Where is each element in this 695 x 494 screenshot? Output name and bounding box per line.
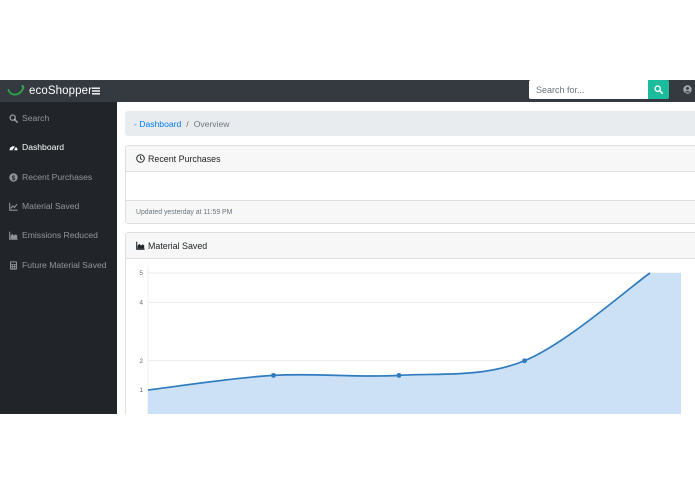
sidebar-item-label: Search [22,113,50,123]
sidebar-item-label: Material Saved [22,201,80,211]
recent-purchases-card: Recent Purchases Updated yesterday at 11… [125,145,695,224]
sidebar-item-dashboard[interactable]: Dashboard [0,136,117,158]
search-input[interactable] [529,80,648,99]
breadcrumb-current: Overview [193,118,230,129]
sidebar-item-label: Emissions Reduced [22,230,98,240]
data-point [271,372,276,378]
sidebar-item-search[interactable]: Search [0,107,117,129]
leaf-swoosh-icon [7,85,25,96]
recent-purchases-body [126,172,695,200]
data-point [396,372,402,378]
material-saved-chart: 5 4 2 1 [139,265,681,414]
y-tick-label: 2 [139,358,143,365]
sidebar-item-emissions-reduced[interactable]: Emissions Reduced [0,224,117,246]
line-chart-icon [9,202,18,211]
material-saved-card: Material Saved 5 4 2 1 [125,232,695,414]
menu-toggle-button[interactable] [90,80,102,102]
breadcrumb-separator: / [186,118,189,129]
top-navbar: ecoShopper [0,80,695,102]
area-fill [148,273,681,414]
calculator-icon [9,260,18,270]
area-chart-icon [9,231,18,240]
dollar-circle-icon: $ [9,172,18,182]
svg-text:$: $ [12,175,16,182]
brand[interactable]: ecoShopper [7,80,92,102]
breadcrumb-dashboard-link[interactable]: - Dashboard [134,119,181,129]
y-tick-label: 4 [139,299,143,306]
app-window: ecoShopper Search for... Search Dashboar… [0,80,695,414]
sidebar-item-future-material-saved[interactable]: Future Material Saved [0,254,117,276]
data-point [522,358,527,364]
y-tick-label: 5 [139,270,143,277]
clock-icon [136,154,145,163]
sidebar-item-material-saved[interactable]: Material Saved [0,195,117,217]
search-icon [9,113,18,123]
sidebar-item-recent-purchases[interactable]: $ Recent Purchases [0,166,117,188]
sidebar-item-label: Recent Purchases [22,172,93,182]
recent-purchases-footer: Updated yesterday at 11:59 PM [126,200,695,223]
user-menu-button[interactable] [680,80,694,99]
sidebar: Search Dashboard $ Recent Purchases Mate… [0,102,117,414]
dashboard-gauge-icon [9,143,18,152]
main-content: - Dashboard / Overview Recent Purchases … [117,102,695,414]
search-icon [654,85,663,94]
sidebar-item-label: Future Material Saved [22,260,107,270]
recent-purchases-title: Recent Purchases [148,153,221,164]
recent-purchases-header: Recent Purchases [126,146,695,172]
sidebar-item-label: Dashboard [22,142,65,152]
material-saved-header: Material Saved [126,233,695,259]
y-tick-label: 1 [139,387,143,394]
area-chart-icon [136,241,145,250]
search-button[interactable] [648,80,669,99]
material-saved-chart-area: 5 4 2 1 [126,259,695,414]
hamburger-icon [92,87,100,95]
material-saved-title: Material Saved [148,240,208,251]
breadcrumb: - Dashboard / Overview [125,111,695,136]
brand-name: ecoShopper [29,85,93,97]
user-circle-icon [682,85,692,94]
